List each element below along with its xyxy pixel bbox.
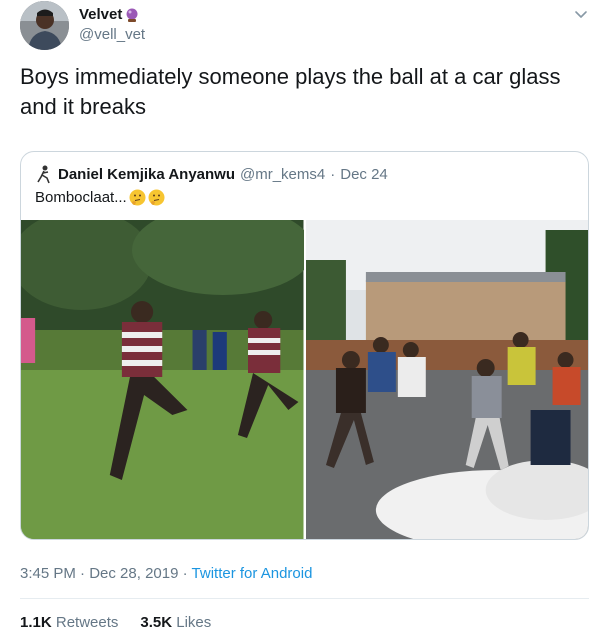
divider <box>20 598 589 599</box>
tweet-date[interactable]: Dec 28, 2019 <box>89 565 178 582</box>
quoted-text-content: Bomboclaat... <box>35 189 127 206</box>
retweets-stat[interactable]: 1.1K Retweets <box>20 614 118 631</box>
meta-separator: · <box>182 565 188 582</box>
tweet: Velvet @vell_vet Boys immediately someon… <box>0 0 609 637</box>
quoted-date[interactable]: Dec 24 <box>340 166 388 183</box>
quoted-media <box>21 220 588 539</box>
tweet-text: Boys immediately someone plays the ball … <box>20 64 561 119</box>
retweets-count: 1.1K <box>20 614 52 631</box>
media-image-right[interactable] <box>305 220 588 539</box>
quoted-separator: · <box>330 165 336 183</box>
likes-stat[interactable]: 3.5K Likes <box>140 614 211 631</box>
avatar[interactable] <box>20 1 69 50</box>
quoted-tweet-header: Daniel Kemjika Anyanwu @mr_kems4 · Dec 2… <box>35 164 388 184</box>
thinking-face-icon <box>148 189 165 206</box>
author-display-name[interactable]: Velvet <box>79 6 145 23</box>
thinking-face-icon <box>129 189 146 206</box>
meta-separator: · <box>80 565 86 582</box>
tweet-stats: 1.1K Retweets 3.5K Likes <box>20 614 211 631</box>
likes-label: Likes <box>176 614 212 631</box>
tweet-time[interactable]: 3:45 PM <box>20 565 76 582</box>
media-image-left[interactable] <box>21 220 304 539</box>
tweet-source-link[interactable]: Twitter for Android <box>192 565 313 582</box>
quoted-author-name[interactable]: Daniel Kemjika Anyanwu <box>58 166 235 183</box>
quoted-author-handle[interactable]: @mr_kems4 <box>240 166 325 183</box>
quoted-avatar <box>35 164 53 184</box>
crystal-ball-icon <box>125 8 139 22</box>
tweet-header: Velvet @vell_vet <box>20 0 589 56</box>
quoted-tweet-text: Bomboclaat... <box>35 189 165 206</box>
quoted-tweet[interactable]: Daniel Kemjika Anyanwu @mr_kems4 · Dec 2… <box>20 151 589 540</box>
likes-count: 3.5K <box>140 614 173 631</box>
tweet-meta: 3:45 PM · Dec 28, 2019 · Twitter for And… <box>20 565 312 582</box>
author-display-name-text: Velvet <box>79 6 123 23</box>
chevron-down-icon[interactable] <box>573 6 589 22</box>
author-names: Velvet @vell_vet <box>79 6 145 43</box>
author-handle[interactable]: @vell_vet <box>79 26 145 43</box>
retweets-label: Retweets <box>55 614 119 631</box>
